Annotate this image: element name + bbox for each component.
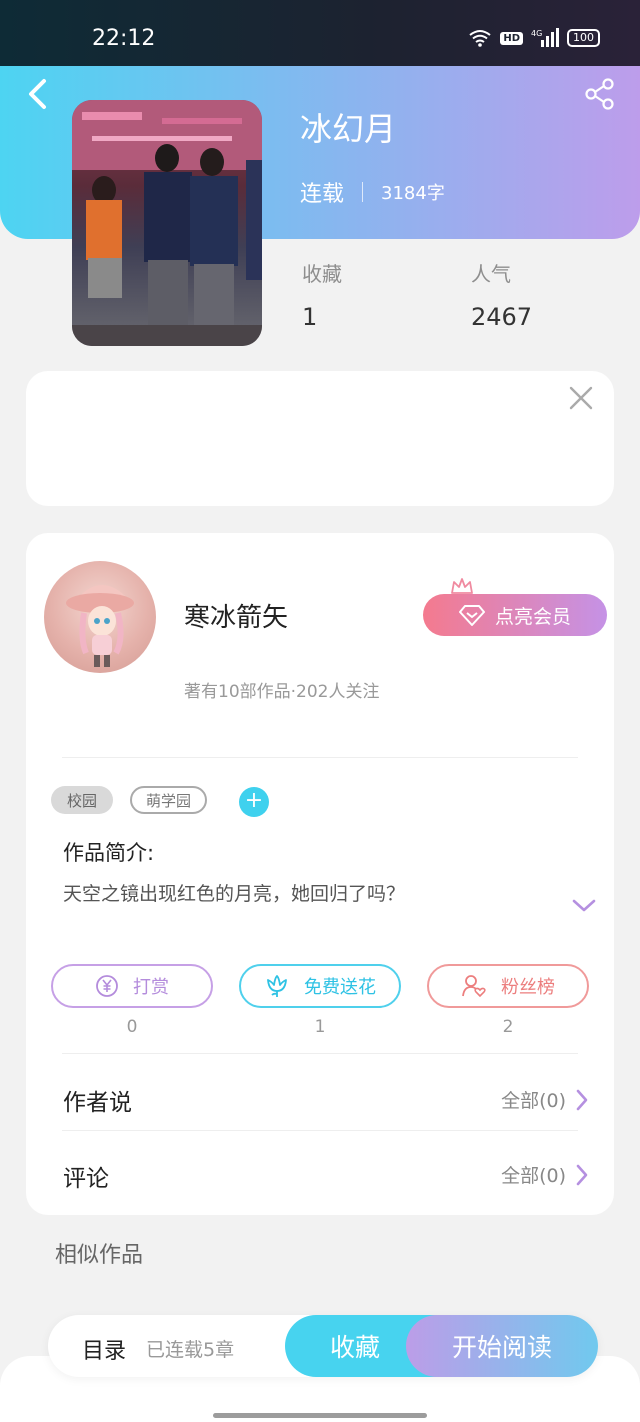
- chapter-count: 已连载5章: [146, 1339, 235, 1361]
- vip-button[interactable]: 点亮会员: [423, 594, 607, 636]
- book-cover[interactable]: [72, 100, 262, 346]
- vip-label: 点亮会员: [494, 605, 571, 628]
- stat-value: 2467: [471, 303, 533, 331]
- send-flower-label: 免费送花: [304, 977, 376, 998]
- stat-value: 1: [302, 303, 318, 331]
- add-tag-button[interactable]: +: [239, 787, 269, 817]
- book-meta: 连载 3184字: [300, 176, 445, 208]
- stat-label: 收藏: [302, 262, 342, 286]
- user-heart-icon: [462, 975, 486, 998]
- bottom-action-bar: 目录 已连载5章 收藏 开始阅读: [48, 1315, 598, 1377]
- author-name[interactable]: 寒冰箭矢: [184, 597, 288, 634]
- wifi-icon: [469, 30, 491, 47]
- hd-badge: HD: [500, 31, 523, 45]
- intro-text: 天空之镜出现红色的月亮，她回归了吗？: [63, 883, 406, 905]
- stat-popularity: 人气 2467: [471, 258, 532, 331]
- book-title: 冰幻月: [300, 110, 397, 148]
- tag-campus[interactable]: 校园: [51, 786, 113, 814]
- author-avatar[interactable]: [44, 561, 156, 673]
- home-indicator[interactable]: [213, 1413, 427, 1418]
- close-icon[interactable]: [568, 385, 594, 411]
- author-info: 著有10部作品·202人关注: [184, 682, 380, 702]
- divider: [62, 1053, 578, 1054]
- diamond-icon: [458, 605, 485, 626]
- back-icon[interactable]: [22, 76, 52, 112]
- reward-button[interactable]: 打赏: [51, 964, 213, 1008]
- ad-card: [26, 371, 614, 506]
- chevron-right-icon: [576, 1089, 588, 1110]
- avatar-illustration: [66, 584, 134, 667]
- status-bar: 22:12 HD 4G 100: [0, 0, 640, 66]
- share-icon[interactable]: [584, 78, 616, 110]
- toc-button[interactable]: 目录: [82, 1333, 126, 1365]
- reward-count: 0: [126, 1017, 138, 1037]
- comments-title[interactable]: 评论: [63, 1159, 109, 1193]
- signal-icon: 4G: [531, 28, 559, 47]
- stat-label: 人气: [471, 262, 511, 286]
- meta-divider: [362, 182, 364, 202]
- battery-icon: 100: [567, 29, 600, 47]
- intro-title: 作品简介:: [63, 841, 155, 865]
- fan-count: 2: [502, 1017, 514, 1037]
- author-says-count: 全部(0): [501, 1090, 566, 1112]
- similar-works-title: 相似作品: [55, 1243, 144, 1268]
- chevron-right-icon: [576, 1164, 588, 1185]
- status-icons: HD 4G 100: [468, 28, 600, 48]
- book-status: 连载: [300, 182, 345, 207]
- divider: [62, 757, 578, 758]
- tag-mengxueyuan[interactable]: 萌学园: [130, 786, 207, 814]
- status-time: 22:12: [92, 26, 156, 51]
- send-flower-button[interactable]: 免费送花: [239, 964, 401, 1008]
- fan-rank-button[interactable]: 粉丝榜: [427, 964, 589, 1008]
- cover-illustration: [72, 100, 262, 346]
- flower-icon: [267, 975, 287, 997]
- fan-rank-label: 粉丝榜: [501, 977, 555, 998]
- author-says-title[interactable]: 作者说: [63, 1083, 132, 1117]
- yen-icon: [96, 975, 118, 997]
- comments-link[interactable]: 全部(0): [501, 1161, 588, 1188]
- book-detail-card: 寒冰箭矢 点亮会员 著有10部作品·202人关注 校园 萌学园 + 作品简介: …: [26, 533, 614, 1215]
- author-says-link[interactable]: 全部(0): [501, 1086, 588, 1113]
- chevron-down-icon[interactable]: [572, 899, 596, 913]
- reward-label: 打赏: [133, 977, 169, 998]
- start-reading-button[interactable]: 开始阅读: [406, 1315, 598, 1377]
- divider: [62, 1130, 578, 1131]
- word-count: 3184字: [381, 183, 445, 204]
- comments-count: 全部(0): [501, 1165, 566, 1187]
- flower-count: 1: [314, 1017, 326, 1037]
- stat-favorites: 收藏 1: [302, 258, 342, 331]
- svg-text:4G: 4G: [531, 29, 542, 38]
